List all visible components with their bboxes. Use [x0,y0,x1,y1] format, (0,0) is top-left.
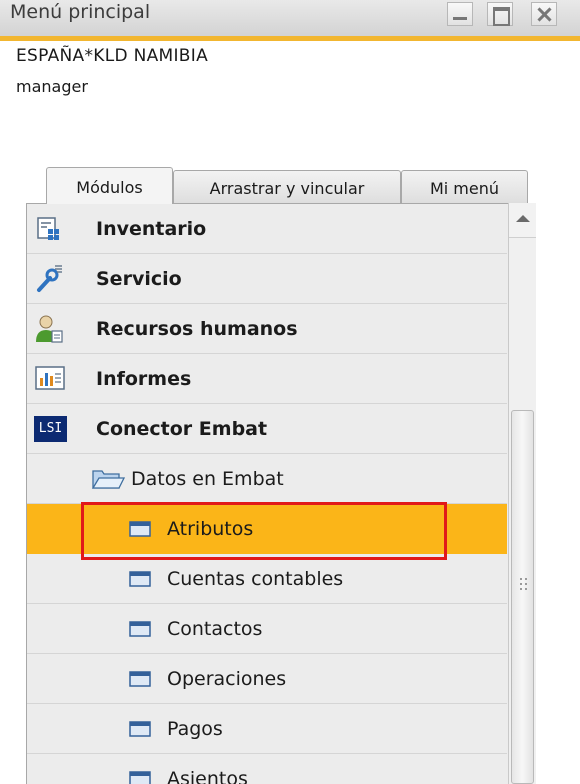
window-title: Menú principal [10,1,151,23]
form-icon [129,671,151,687]
form-icon [129,771,151,784]
menu-item-operaciones[interactable]: Operaciones [27,654,507,704]
form-icon [129,571,151,587]
menu-item-pagos[interactable]: Pagos [27,704,507,754]
menu-item-label: Asientos [167,768,248,784]
menu-item-recursos-humanos[interactable]: Recursos humanos [27,304,507,354]
grip-icon [520,578,527,590]
menu-item-label: Servicio [96,268,182,290]
menu-item-cuentas-contables[interactable]: Cuentas contables [27,554,507,604]
tab-arrastrar-y-vincular[interactable]: Arrastrar y vincular [173,170,401,203]
menu-item-label: Contactos [167,618,263,640]
modules-menu-panel: Inventario Servicio Recursos humanos Inf… [26,203,536,784]
menu-item-label: Operaciones [167,668,287,690]
scrollbar-thumb[interactable] [511,410,534,784]
menu-item-label: Cuentas contables [167,568,344,590]
menu-item-label: Recursos humanos [96,318,298,340]
human-resources-icon [36,315,63,343]
wrench-icon [37,265,62,292]
vertical-scrollbar[interactable] [508,203,536,784]
open-folder-icon [91,470,125,489]
menu-item-label: Inventario [96,218,207,240]
menu-item-label: Informes [96,368,192,390]
menu-item-informes[interactable]: Informes [27,354,507,404]
close-button[interactable] [531,2,557,26]
menu-item-servicio[interactable]: Servicio [27,254,507,304]
inventory-icon [37,217,59,240]
window-titlebar: Menú principal [0,0,580,41]
menu-item-label: Conector Embat [96,418,268,440]
company-name: ESPAÑA*KLD NAMIBIA [16,46,209,66]
minimize-button[interactable] [447,2,473,26]
menu-item-label: Pagos [167,718,223,740]
tab-modulos[interactable]: Módulos [46,167,173,204]
folder-label: Datos en Embat [131,468,284,490]
scroll-up-arrow-icon[interactable] [509,203,536,238]
tab-mi-menu[interactable]: Mi menú [401,170,528,203]
highlight-annotation-box [81,502,447,560]
menu-item-conector-embat[interactable]: LSI Conector Embat [27,404,507,454]
lsi-logo-icon: LSI [34,416,67,442]
menu-item-asientos[interactable]: Asientos [27,754,507,784]
maximize-button[interactable] [487,2,513,26]
form-icon [129,621,151,637]
menu-item-contactos[interactable]: Contactos [27,604,507,654]
folder-datos-en-embat[interactable]: Datos en Embat [27,454,507,504]
menu-item-inventario[interactable]: Inventario [27,204,507,254]
user-name: manager [16,77,88,96]
reports-icon [35,366,65,390]
form-icon [129,721,151,737]
